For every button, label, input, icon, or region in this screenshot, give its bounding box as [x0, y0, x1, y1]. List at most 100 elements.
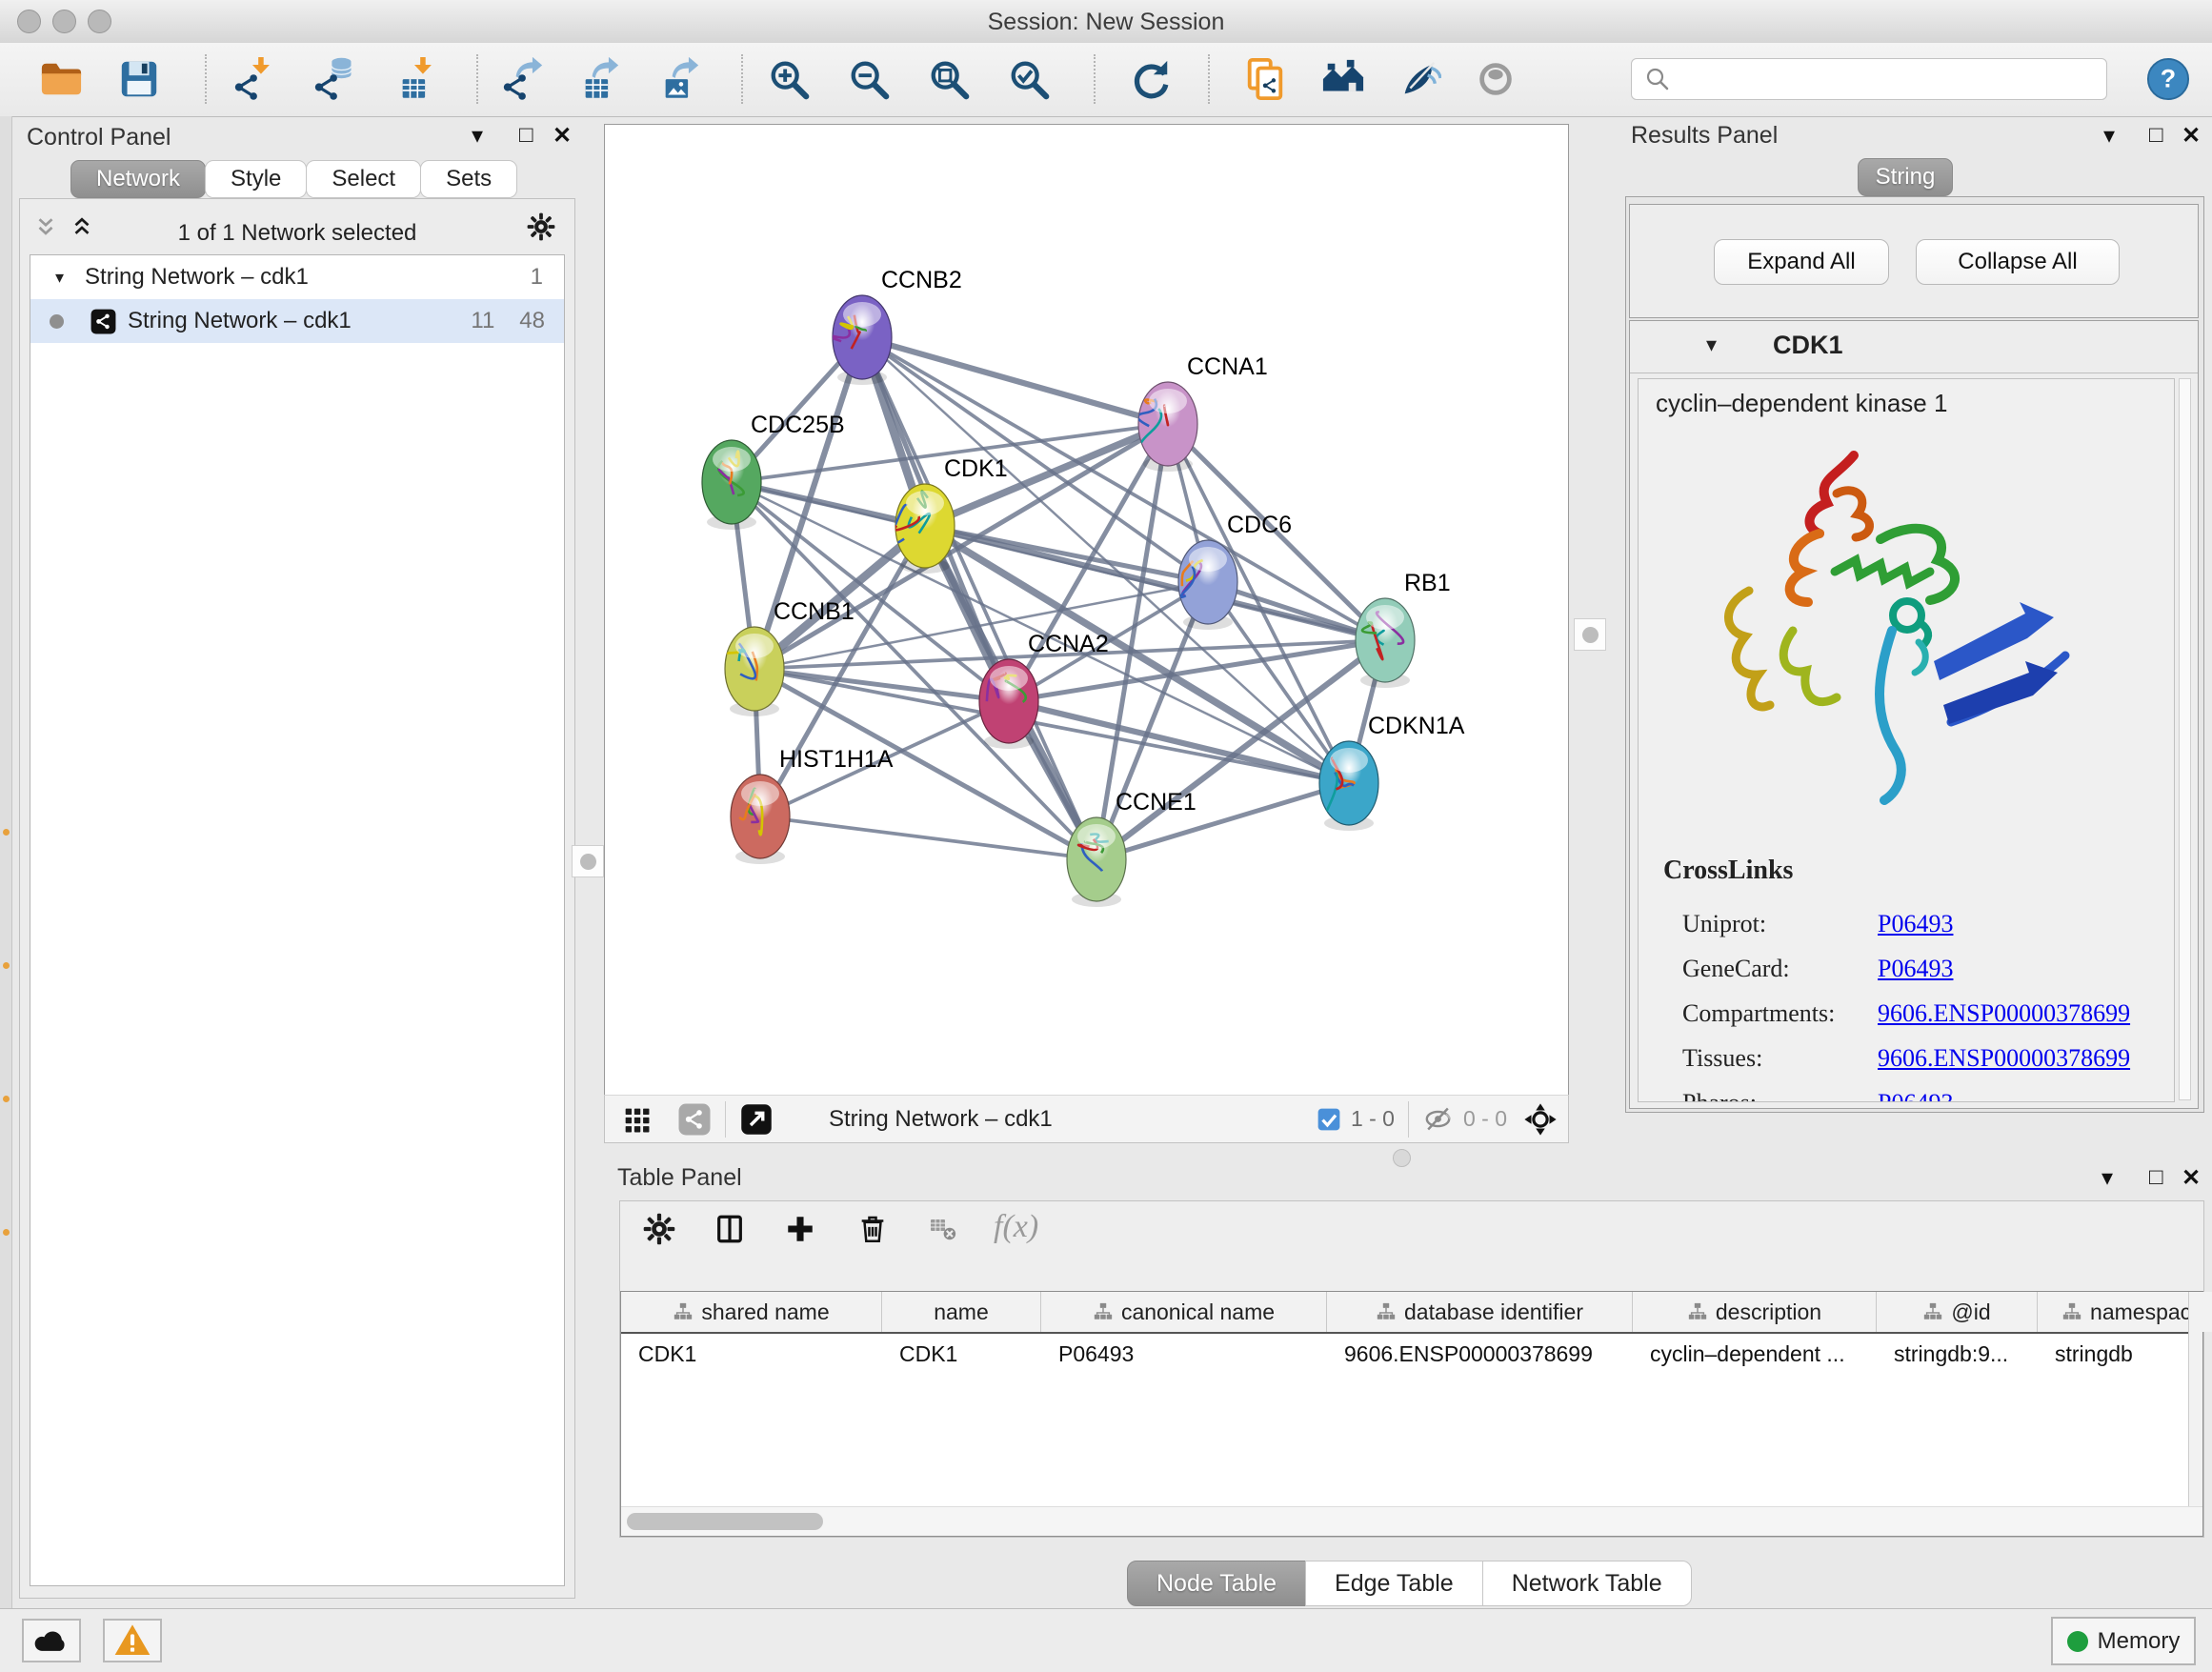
- crosslink-link[interactable]: 9606.ENSP00000378699: [1878, 1044, 2130, 1073]
- control-panel-float-icon[interactable]: □: [519, 122, 533, 149]
- column-type-icon: [1922, 1301, 1943, 1322]
- table-row[interactable]: CDK1CDK1P064939606.ENSP00000378699cyclin…: [621, 1334, 2202, 1374]
- tab-node-table[interactable]: Node Table: [1127, 1561, 1306, 1606]
- table-panel-close-icon[interactable]: ✕: [2182, 1164, 2201, 1192]
- warnings-button[interactable]: [103, 1619, 162, 1662]
- column-header-namespace[interactable]: namespace: [2038, 1292, 2212, 1332]
- tab-sets[interactable]: Sets: [420, 160, 517, 198]
- left-splitter-handle[interactable]: [572, 845, 604, 877]
- table-hscrollbar[interactable]: [621, 1506, 2202, 1536]
- network-row[interactable]: String Network – cdk1 11 48: [30, 299, 564, 343]
- node-label-CDC25B: CDC25B: [751, 412, 845, 438]
- column-header-name[interactable]: name: [882, 1292, 1041, 1332]
- node-CCNA1[interactable]: CCNA1: [1137, 353, 1268, 472]
- cloud-button[interactable]: [22, 1619, 81, 1662]
- results-panel-collapse-icon[interactable]: ▾: [2103, 122, 2115, 150]
- import-table-icon[interactable]: [389, 52, 442, 106]
- hscrollbar-thumb[interactable]: [627, 1513, 823, 1530]
- export-table-icon[interactable]: [572, 52, 625, 106]
- table-settings-gear-icon[interactable]: [643, 1213, 675, 1245]
- crosslink-link[interactable]: P06493: [1878, 1089, 1953, 1103]
- crosslink-link[interactable]: 9606.ENSP00000378699: [1878, 999, 2130, 1028]
- results-panel-float-icon[interactable]: □: [2149, 122, 2163, 149]
- zoom-out-icon[interactable]: [842, 52, 895, 106]
- import-network-icon[interactable]: [227, 52, 280, 106]
- toolbar-separator: [476, 54, 478, 104]
- collection-count: 1: [531, 264, 543, 291]
- crosslinks-list: Uniprot: P06493GeneCard: P06493Compartme…: [1682, 901, 2159, 1102]
- column-header-description[interactable]: description: [1633, 1292, 1877, 1332]
- birdseye-toggle-icon[interactable]: [1522, 1101, 1558, 1138]
- control-panel-collapse-icon[interactable]: ▾: [472, 122, 483, 150]
- add-row-icon[interactable]: [784, 1213, 816, 1245]
- help-button[interactable]: ?: [2142, 52, 2195, 106]
- status-bar: Memory: [0, 1608, 2212, 1672]
- collapse-all-button[interactable]: Collapse All: [1916, 239, 2120, 285]
- control-panel: Control Panel ▾ □ ✕ NetworkStyleSelectSe…: [11, 116, 583, 1608]
- memory-button[interactable]: Memory: [2051, 1617, 2196, 1665]
- table-cell: stringdb:9...: [1877, 1334, 2038, 1374]
- zoom-selected-icon[interactable]: [1002, 52, 1056, 106]
- table-panel-collapse-icon[interactable]: ▾: [2101, 1164, 2113, 1192]
- toolbar-separator: [1208, 54, 1210, 104]
- delete-icon[interactable]: [856, 1213, 889, 1245]
- tab-string[interactable]: String: [1858, 158, 1953, 196]
- open-in-browser-icon[interactable]: [739, 1102, 774, 1137]
- results-panel-title: Results Panel: [1631, 122, 1778, 150]
- hide-unselected-icon[interactable]: [1393, 52, 1446, 106]
- collection-expand-icon[interactable]: ▾: [55, 268, 64, 288]
- entry-collapse-icon[interactable]: ▾: [1706, 332, 1717, 357]
- network-overview-icon[interactable]: [677, 1102, 712, 1137]
- grid-view-icon[interactable]: [620, 1103, 653, 1136]
- selected-checkbox-icon[interactable]: [1317, 1107, 1341, 1132]
- tab-network-table[interactable]: Network Table: [1482, 1561, 1692, 1606]
- control-panel-close-icon[interactable]: ✕: [553, 122, 572, 150]
- export-network-icon[interactable]: [495, 52, 549, 106]
- node-table: shared namenamecanonical namedatabase id…: [620, 1291, 2203, 1537]
- expand-all-button[interactable]: Expand All: [1714, 239, 1889, 285]
- crosslink-link[interactable]: P06493: [1878, 910, 1953, 938]
- crosslink-row: Compartments: 9606.ENSP00000378699: [1682, 991, 2159, 1036]
- hidden-counts: 0 - 0: [1463, 1106, 1507, 1132]
- network-options-gear-icon[interactable]: [527, 212, 555, 241]
- network-canvas[interactable]: CCNB2 CCNA1 CDC25B CDK1 CDC6: [604, 124, 1569, 1096]
- string-documents-icon[interactable]: [1238, 52, 1292, 106]
- refresh-icon[interactable]: [1124, 52, 1177, 106]
- toolbar-separator: [741, 54, 743, 104]
- node-CCNB1[interactable]: CCNB1: [722, 598, 854, 716]
- results-panel-close-icon[interactable]: ✕: [2182, 122, 2201, 150]
- string-home-icon[interactable]: [1317, 52, 1370, 106]
- create-column-icon[interactable]: [714, 1213, 746, 1245]
- column-header-database-identifier[interactable]: database identifier: [1327, 1292, 1633, 1332]
- eye-disabled-icon[interactable]: [1469, 52, 1522, 106]
- results-scrollbar[interactable]: [2179, 378, 2191, 1100]
- tab-style[interactable]: Style: [205, 160, 307, 198]
- open-folder-icon[interactable]: [34, 52, 88, 106]
- save-floppy-icon[interactable]: [112, 52, 166, 106]
- tab-select[interactable]: Select: [306, 160, 421, 198]
- column-header-canonical-name[interactable]: canonical name: [1041, 1292, 1327, 1332]
- node-RB1[interactable]: RB1: [1356, 570, 1451, 688]
- import-network-database-icon[interactable]: [307, 52, 360, 106]
- column-header-shared-name[interactable]: shared name: [621, 1292, 882, 1332]
- crosslink-link[interactable]: P06493: [1878, 955, 1953, 983]
- table-cell: cyclin–dependent ...: [1633, 1334, 1877, 1374]
- node-label-CCNB1: CCNB1: [774, 598, 855, 625]
- right-splitter-handle[interactable]: [1574, 618, 1606, 651]
- table-vscrollbar[interactable]: [2188, 1292, 2202, 1536]
- table-panel-float-icon[interactable]: □: [2149, 1164, 2163, 1191]
- crosslink-row: Pharos: P06493: [1682, 1080, 2159, 1102]
- node-HIST1H1A[interactable]: HIST1H1A: [731, 746, 894, 864]
- zoom-in-icon[interactable]: [762, 52, 815, 106]
- node-CDKN1A[interactable]: CDKN1A: [1319, 713, 1465, 831]
- tab-edge-table[interactable]: Edge Table: [1305, 1561, 1483, 1606]
- zoom-fit-icon[interactable]: [922, 52, 975, 106]
- network-collection-row[interactable]: ▾ String Network – cdk1 1: [30, 255, 564, 299]
- export-image-icon[interactable]: [652, 52, 705, 106]
- column-header--id[interactable]: @id: [1877, 1292, 2038, 1332]
- network-node-count: 11: [471, 308, 494, 334]
- current-network-name: String Network – cdk1: [829, 1106, 1053, 1133]
- tab-network[interactable]: Network: [70, 160, 206, 198]
- entry-header[interactable]: ▾ CDK1: [1630, 321, 2198, 373]
- search-input[interactable]: [1631, 58, 2107, 100]
